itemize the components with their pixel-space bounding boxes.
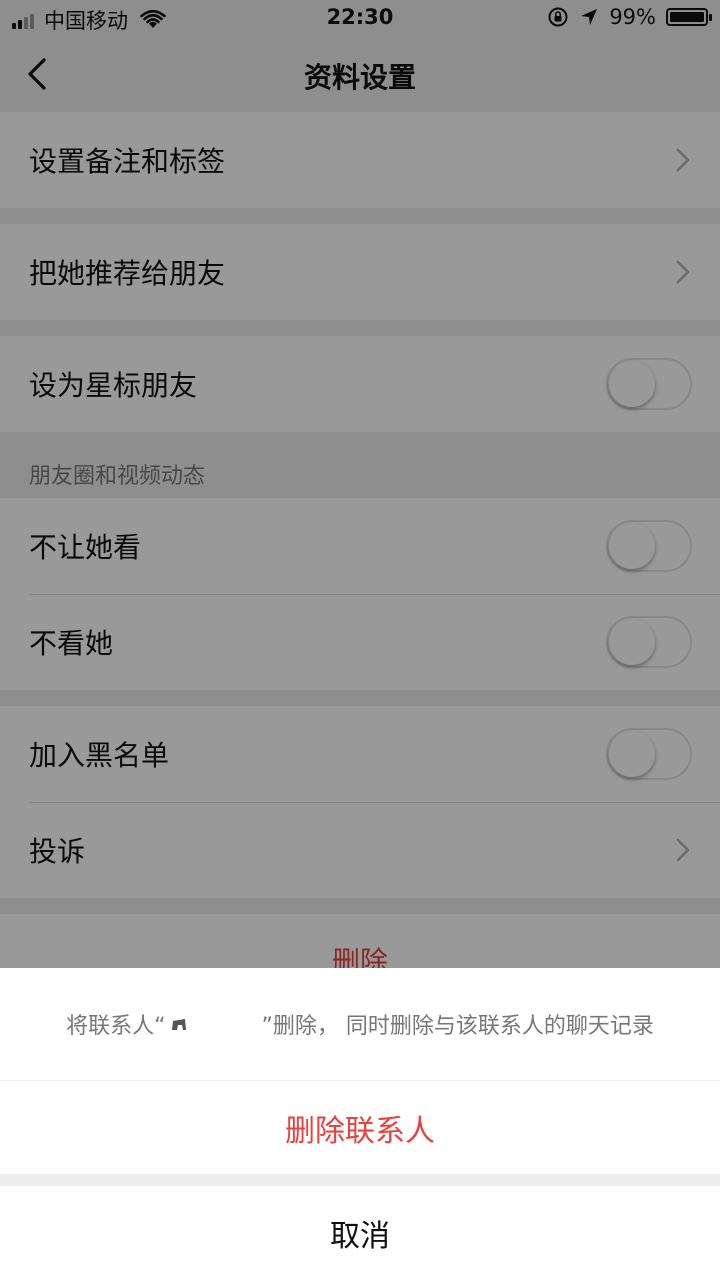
action-sheet: 将联系人“ ”删除， 同时删除与该联系人的聊天记录 删除联系人 取消 bbox=[0, 968, 720, 1280]
message-prefix: 将联系人“ bbox=[66, 1014, 166, 1039]
contact-emoji-icon bbox=[171, 1019, 186, 1030]
delete-contact-button[interactable]: 删除联系人 bbox=[0, 1081, 720, 1174]
action-sheet-message: 将联系人“ ”删除， 同时删除与该联系人的聊天记录 bbox=[0, 968, 720, 1080]
cancel-button[interactable]: 取消 bbox=[0, 1186, 720, 1280]
message-suffix: ”删除， 同时删除与该联系人的聊天记录 bbox=[261, 1014, 654, 1039]
